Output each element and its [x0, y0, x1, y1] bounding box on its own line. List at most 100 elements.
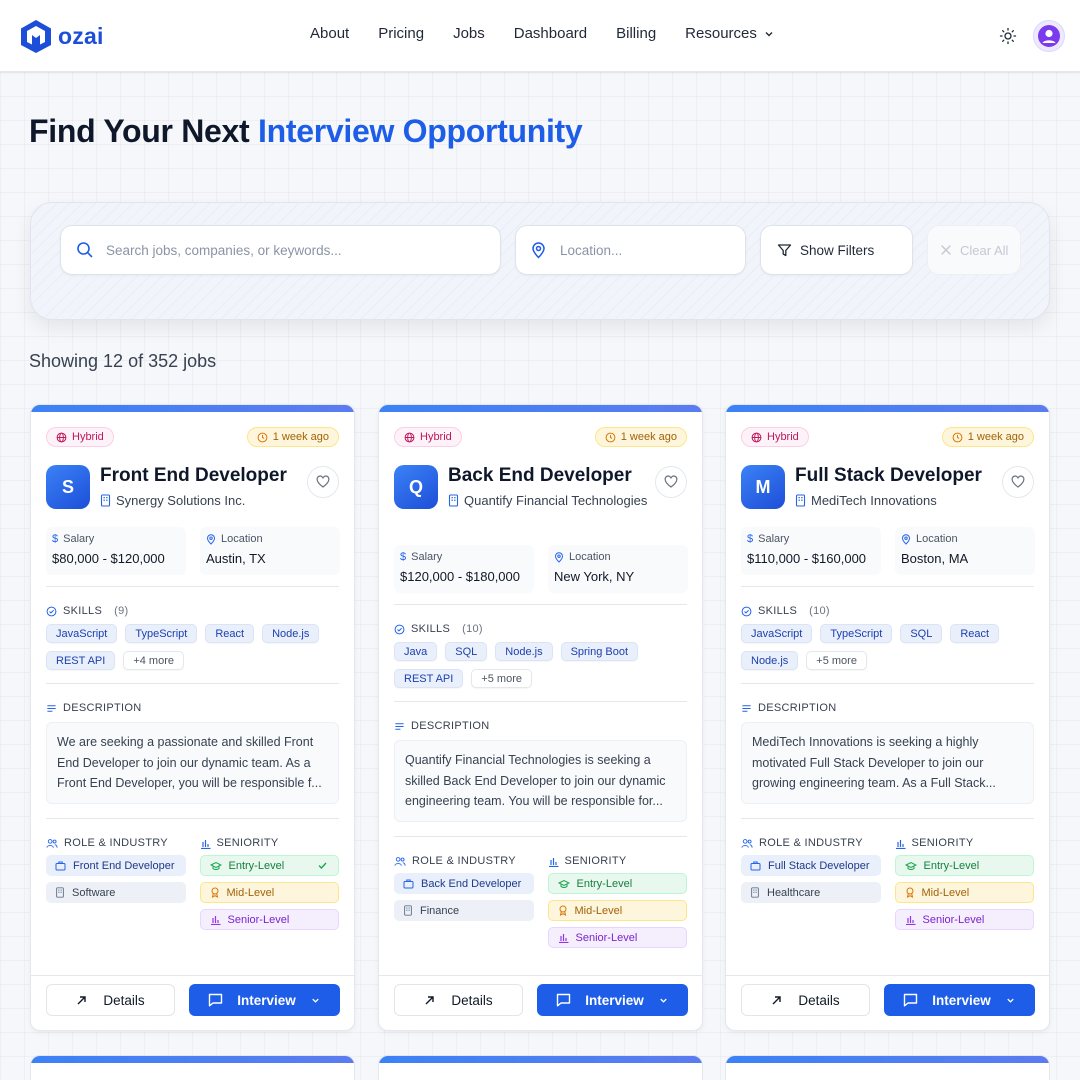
globe-icon	[404, 432, 415, 442]
more-skills-tag[interactable]: +4 more	[123, 651, 184, 670]
job-card-peek	[378, 1055, 703, 1080]
company-name: MediTech Innovations	[795, 492, 995, 509]
check-circle-icon	[741, 606, 752, 616]
nav-link-billing[interactable]: Billing	[616, 25, 656, 42]
salary-value: $110,000 - $160,000	[747, 551, 867, 566]
show-filters-label: Show Filters	[800, 242, 875, 258]
text-lines-icon	[395, 722, 404, 730]
interview-button[interactable]: Interview	[537, 984, 688, 1016]
description-heading: DESCRIPTION	[394, 720, 687, 732]
job-title[interactable]: Full Stack Developer	[795, 465, 982, 487]
job-card: Hybrid 1 week ago Q Back End Developer Q…	[378, 404, 703, 1031]
job-title[interactable]: Front End Developer	[100, 465, 287, 487]
page-title-plain: Find Your Next	[29, 113, 259, 149]
details-button[interactable]: Details	[46, 984, 175, 1016]
location-label: Location	[916, 533, 958, 545]
text-lines-icon	[742, 704, 751, 712]
brand-name: ozai	[58, 22, 104, 49]
message-square-icon	[904, 993, 918, 1007]
skill-tag: REST API	[394, 669, 464, 688]
save-job-button[interactable]	[307, 466, 339, 498]
dollar-icon: $	[400, 551, 407, 563]
skill-tags: JavaScript TypeScript React Node.js REST API…	[46, 624, 336, 670]
save-job-button[interactable]	[655, 466, 687, 498]
interview-button[interactable]: Interview	[189, 984, 340, 1016]
work-mode-label: Hybrid	[420, 431, 452, 443]
skills-count: (10)	[462, 623, 483, 635]
check-icon	[318, 862, 327, 869]
more-skills-tag[interactable]: +5 more	[806, 651, 867, 670]
role-label: Full Stack Developer	[768, 859, 870, 872]
description-heading: DESCRIPTION	[741, 702, 1034, 714]
globe-icon	[751, 432, 762, 442]
briefcase-icon	[750, 861, 761, 870]
users-icon	[46, 838, 58, 848]
user-avatar[interactable]	[1033, 20, 1065, 52]
seniority-senior-pill: Senior-Level	[547, 927, 687, 948]
industry-pill: Software	[46, 882, 186, 903]
role-industry-label: ROLE & INDUSTRY	[412, 855, 516, 867]
clear-all-button[interactable]: Clear All	[927, 225, 1021, 275]
location-box: Location Austin, TX	[200, 527, 340, 575]
seniority-senior-label: Senior-Level	[227, 913, 290, 926]
award-icon	[211, 887, 218, 898]
message-square-icon	[557, 993, 571, 1007]
location-label: Location	[569, 551, 611, 563]
skills-heading: SKILLS (10)	[394, 623, 687, 635]
skill-tag: SQL	[445, 642, 488, 661]
map-pin-icon	[901, 533, 911, 545]
seniority-senior-pill: Senior-Level	[199, 909, 339, 930]
skill-tag: SQL	[900, 624, 943, 643]
briefcase-icon	[55, 861, 66, 870]
award-icon	[559, 905, 566, 916]
nav-link-dashboard[interactable]: Dashboard	[514, 25, 587, 42]
filter-icon	[777, 243, 792, 256]
posted-label: 1 week ago	[967, 431, 1024, 443]
arrow-up-right-icon	[425, 995, 435, 1004]
nav-link-resources[interactable]: Resources	[685, 25, 775, 42]
card-body: $ Salary $120,000 - $180,000 Location New…	[379, 545, 702, 948]
details-button[interactable]: Details	[741, 984, 870, 1016]
location-box: Location Boston, MA	[895, 527, 1035, 575]
work-mode-badge: Hybrid	[394, 427, 462, 447]
briefcase-icon	[403, 879, 414, 888]
seniority-entry-label: Entry-Level	[923, 859, 980, 872]
building-icon	[795, 494, 806, 507]
work-mode-badge: Hybrid	[741, 427, 809, 447]
details-button[interactable]: Details	[394, 984, 523, 1016]
search-placeholder: Search jobs, companies, or keywords...	[106, 242, 342, 258]
save-job-button[interactable]	[1002, 466, 1034, 498]
brand-logo[interactable]: ozai	[18, 18, 104, 54]
company-logo: S	[46, 465, 90, 509]
map-pin-icon	[206, 533, 216, 545]
details-label: Details	[103, 992, 145, 1008]
seniority-entry-pill: Entry-Level	[894, 855, 1034, 876]
search-input[interactable]: Search jobs, companies, or keywords...	[60, 225, 501, 275]
location-input[interactable]: Location...	[515, 225, 746, 275]
graduation-cap-icon	[209, 861, 222, 870]
top-navbar: ozai About Pricing Jobs Dashboard Billin…	[0, 0, 1080, 72]
description-heading: DESCRIPTION	[46, 702, 339, 714]
theme-toggle-button[interactable]	[998, 26, 1018, 46]
nav-link-about[interactable]: About	[310, 25, 349, 42]
job-title[interactable]: Back End Developer	[448, 465, 632, 487]
company-name-label: Quantify Financial Technologies	[464, 493, 648, 508]
nav-link-pricing[interactable]: Pricing	[378, 25, 424, 42]
salary-box: $ Salary $80,000 - $120,000	[46, 527, 186, 575]
more-skills-tag[interactable]: +5 more	[471, 669, 532, 688]
card-accent-bar	[379, 1056, 702, 1063]
company-name-label: MediTech Innovations	[811, 493, 937, 508]
heart-icon	[664, 475, 678, 488]
skills-label: SKILLS	[411, 623, 451, 635]
show-filters-button[interactable]: Show Filters	[760, 225, 913, 275]
company-name: Synergy Solutions Inc.	[100, 492, 300, 509]
seniority-entry-label: Entry-Level	[228, 859, 285, 872]
interview-button[interactable]: Interview	[884, 984, 1035, 1016]
nav-link-jobs[interactable]: Jobs	[453, 25, 485, 42]
card-accent-bar	[31, 405, 354, 412]
map-pin-icon	[532, 241, 545, 259]
posted-label: 1 week ago	[272, 431, 329, 443]
card-accent-bar	[31, 1056, 354, 1063]
clock-icon	[605, 432, 616, 442]
skill-tag: TypeScript	[125, 624, 198, 643]
